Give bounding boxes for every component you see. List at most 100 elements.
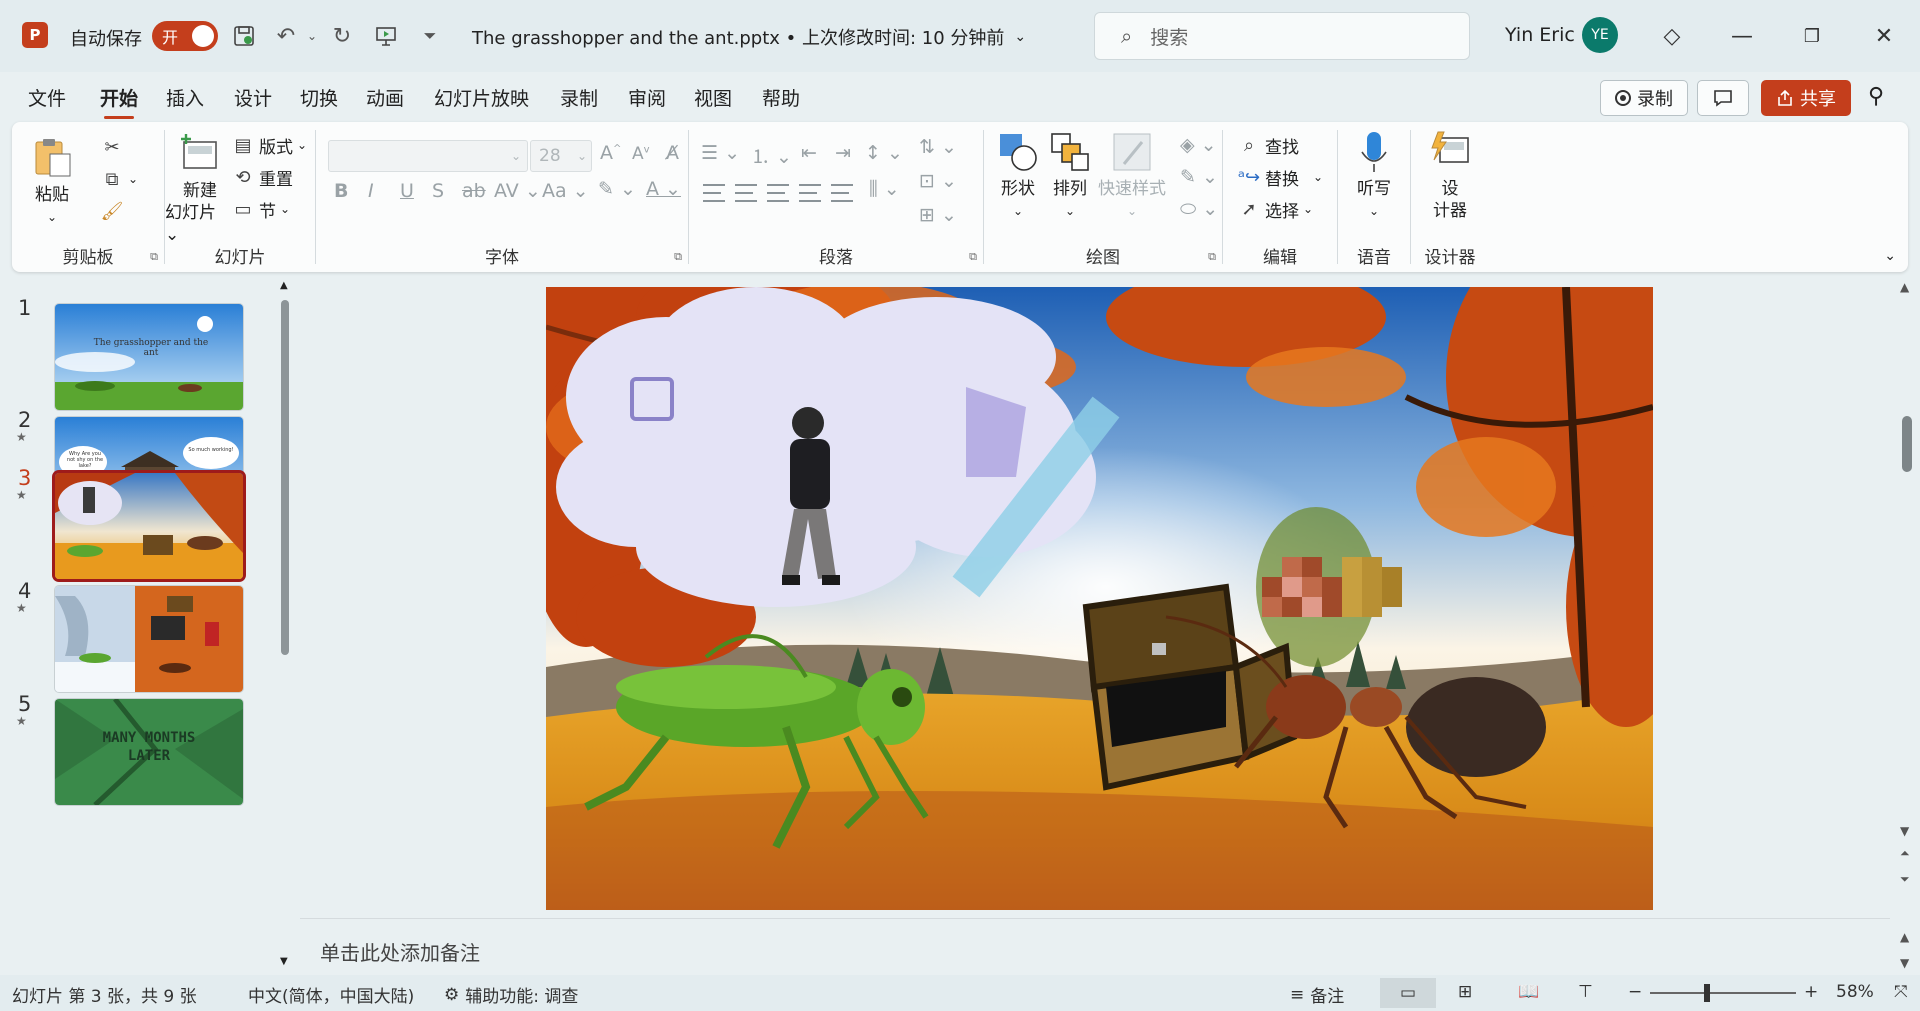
slide-thumbnail-4[interactable] bbox=[55, 586, 243, 692]
decrease-font-size-icon[interactable]: Av bbox=[632, 144, 650, 164]
shape-fill-icon[interactable]: ◈ ⌄ bbox=[1180, 134, 1217, 156]
distributed-icon[interactable] bbox=[831, 184, 853, 202]
save-icon[interactable] bbox=[228, 20, 260, 52]
bullets-icon[interactable]: ☰ ⌄ bbox=[701, 142, 740, 164]
slide-count-status[interactable]: 幻灯片 第 3 张，共 9 张 bbox=[12, 982, 197, 1007]
previous-slide-icon[interactable]: ⏶ bbox=[1900, 846, 1910, 861]
close-icon[interactable]: ✕ bbox=[1864, 20, 1904, 52]
columns-icon[interactable]: ⫼ ⌄ bbox=[869, 178, 900, 200]
notes-toggle-button[interactable]: ≡ 备注 bbox=[1290, 982, 1344, 1008]
smartart-icon[interactable]: ⊞ ⌄ bbox=[919, 204, 957, 226]
premium-diamond-icon[interactable]: ◇ bbox=[1652, 20, 1692, 52]
reading-view-button[interactable]: 📖 bbox=[1518, 982, 1539, 1002]
section-button[interactable]: ▭ 节 ⌄ bbox=[231, 194, 290, 224]
bold-icon[interactable]: B bbox=[334, 180, 348, 202]
user-name[interactable]: Yin Eric bbox=[1505, 24, 1575, 46]
restore-icon[interactable]: ❐ bbox=[1792, 20, 1832, 52]
language-status[interactable]: 中文(简体，中国大陆) bbox=[248, 982, 414, 1007]
dialog-launcher-icon[interactable]: ⧉ bbox=[674, 250, 682, 264]
decrease-indent-icon[interactable]: ⇤ bbox=[801, 142, 817, 164]
next-slide-icon[interactable]: ⏷ bbox=[1900, 872, 1910, 887]
layout-button[interactable]: ▤ 版式 ⌄ bbox=[231, 130, 307, 160]
minimize-icon[interactable]: — bbox=[1722, 20, 1762, 52]
quick-styles-button[interactable]: 快速样式 ⌄ bbox=[1096, 130, 1168, 222]
zoom-slider[interactable] bbox=[1650, 984, 1796, 1002]
scroll-down-icon[interactable]: ▼ bbox=[280, 956, 288, 967]
text-direction-icon[interactable]: ⇅ ⌄ bbox=[919, 136, 957, 158]
tab-home[interactable]: 开始 bbox=[100, 84, 138, 119]
shape-outline-icon[interactable]: ✎ ⌄ bbox=[1180, 166, 1218, 188]
numbering-icon[interactable]: ⒈ ⌄ bbox=[751, 142, 792, 169]
tab-review[interactable]: 审阅 bbox=[628, 84, 666, 111]
change-case-icon[interactable]: Aa ⌄ bbox=[542, 180, 589, 202]
underline-icon[interactable]: U bbox=[400, 180, 414, 202]
replace-button[interactable]: ᵃ↪ 替换 ⌄ bbox=[1237, 162, 1323, 192]
tab-insert[interactable]: 插入 bbox=[166, 84, 204, 111]
dialog-launcher-icon[interactable]: ⧉ bbox=[1208, 250, 1216, 264]
tab-help[interactable]: 帮助 bbox=[762, 84, 800, 111]
avatar[interactable]: YE bbox=[1582, 17, 1618, 53]
scroll-up-icon[interactable]: ▲ bbox=[1900, 280, 1909, 294]
designer-button[interactable]: 设 计器 bbox=[1423, 130, 1477, 222]
cut-button[interactable]: ✂ bbox=[100, 132, 124, 162]
tab-view[interactable]: 视图 bbox=[694, 84, 732, 111]
zoom-level[interactable]: 58% bbox=[1836, 982, 1874, 1002]
slideshow-button[interactable]: ⊤ bbox=[1578, 982, 1593, 1002]
shapes-button[interactable]: 形状 ⌄ bbox=[990, 130, 1046, 222]
dialog-launcher-icon[interactable]: ⧉ bbox=[150, 250, 158, 264]
accessibility-status[interactable]: ⚙ 辅助功能: 调查 bbox=[444, 982, 578, 1008]
zoom-out-button[interactable]: − bbox=[1628, 982, 1642, 1002]
dialog-launcher-icon[interactable]: ⧉ bbox=[969, 250, 977, 264]
strikethrough-icon[interactable]: ab bbox=[462, 180, 486, 202]
tab-animations[interactable]: 动画 bbox=[366, 84, 404, 111]
align-text-icon[interactable]: ⊡ ⌄ bbox=[919, 170, 957, 192]
scrollbar-thumb[interactable] bbox=[281, 300, 289, 655]
new-slide-button[interactable]: 新建 幻灯片 ⌄ bbox=[165, 132, 235, 246]
shadow-icon[interactable]: S bbox=[432, 180, 444, 202]
tab-design[interactable]: 设计 bbox=[234, 84, 272, 111]
slide-sorter-button[interactable]: ⊞ bbox=[1458, 982, 1472, 1002]
justify-icon[interactable] bbox=[799, 184, 821, 202]
share-button[interactable]: 共享 bbox=[1761, 80, 1851, 116]
highlight-color-icon[interactable]: ✎ ⌄ bbox=[598, 178, 636, 200]
autosave-toggle[interactable]: 开 bbox=[152, 21, 218, 51]
collapse-ribbon-icon[interactable]: ⌄ bbox=[1884, 248, 1896, 264]
select-button[interactable]: ➚ 选择 ⌄ bbox=[1237, 194, 1313, 224]
scrollbar-thumb[interactable] bbox=[1902, 416, 1912, 472]
clear-formatting-icon[interactable]: A̸ bbox=[666, 142, 679, 164]
undo-dropdown-icon[interactable]: ⌄ bbox=[296, 20, 328, 52]
line-spacing-icon[interactable]: ↕ ⌄ bbox=[865, 142, 903, 164]
customize-toolbar-icon[interactable]: ⏷ bbox=[414, 20, 446, 52]
shape-effects-icon[interactable]: ⬭ ⌄ bbox=[1180, 198, 1218, 220]
find-button[interactable]: ⌕ 查找 bbox=[1237, 130, 1299, 160]
fit-to-window-icon[interactable]: ⤧ bbox=[1894, 982, 1908, 1002]
redo-icon[interactable]: ↻ bbox=[326, 20, 358, 52]
italic-icon[interactable]: I bbox=[368, 180, 374, 202]
search-input[interactable]: ⌕ 搜索 bbox=[1094, 12, 1470, 60]
scroll-down-icon[interactable]: ▼ bbox=[1900, 824, 1909, 838]
notes-pane[interactable]: 单击此处添加备注 bbox=[300, 918, 1890, 974]
tab-transitions[interactable]: 切换 bbox=[300, 84, 338, 111]
notes-scroll-down-icon[interactable]: ▼ bbox=[1900, 956, 1909, 970]
arrange-button[interactable]: 排列 ⌄ bbox=[1042, 130, 1098, 222]
scroll-up-icon[interactable]: ▲ bbox=[280, 280, 288, 291]
coauthor-icon[interactable]: ⚲ bbox=[1868, 84, 1884, 109]
increase-font-size-icon[interactable]: A^ bbox=[600, 142, 621, 164]
zoom-in-button[interactable]: + bbox=[1804, 982, 1818, 1002]
format-painter-button[interactable]: 🖌 bbox=[100, 196, 124, 226]
notes-scroll-up-icon[interactable]: ▲ bbox=[1900, 930, 1909, 944]
tab-file[interactable]: 文件 bbox=[28, 84, 66, 111]
paste-button[interactable]: 粘贴 ⌄ bbox=[30, 136, 74, 228]
align-right-icon[interactable] bbox=[767, 184, 789, 202]
thumbnail-scrollbar[interactable]: ▲ ▼ bbox=[280, 280, 290, 972]
slide-canvas[interactable] bbox=[546, 287, 1653, 910]
present-from-start-icon[interactable] bbox=[370, 20, 402, 52]
copy-button[interactable]: ⧉ ⌄ bbox=[100, 164, 139, 194]
record-button[interactable]: 录制 bbox=[1600, 80, 1688, 116]
character-spacing-icon[interactable]: AV ⌄ bbox=[494, 180, 541, 202]
comments-button[interactable] bbox=[1697, 80, 1749, 116]
font-name-dropdown[interactable]: ⌄ bbox=[328, 140, 528, 172]
normal-view-button[interactable]: ▭ bbox=[1380, 978, 1436, 1008]
increase-indent-icon[interactable]: ⇥ bbox=[835, 142, 851, 164]
tab-record[interactable]: 录制 bbox=[560, 84, 598, 111]
